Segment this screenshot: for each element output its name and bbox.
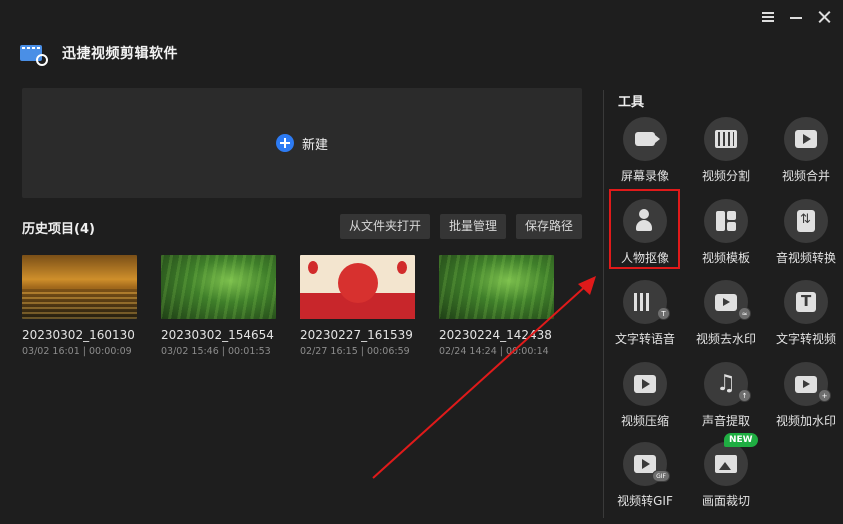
save-path-button[interactable]: 保存路径: [515, 214, 582, 239]
tool-crop[interactable]: 画面裁切: [686, 442, 766, 509]
av-convert-icon: [784, 199, 828, 243]
audio-extract-icon: ♫ ↑: [704, 362, 751, 406]
tool-label: 文字转视频: [775, 332, 836, 346]
project-meta: 03/02 16:01 | 00:00:09: [22, 346, 132, 357]
history-actions: 从文件夹打开 批量管理 保存路径: [339, 214, 582, 239]
tool-label: 屏幕录像: [620, 169, 669, 183]
tool-video-compress[interactable]: 视频压缩: [605, 362, 685, 429]
plus-circle-icon: [275, 134, 294, 152]
tool-label: 音视频转换: [775, 251, 836, 265]
project-name: 20230224_142438: [439, 328, 552, 342]
remove-watermark-icon: ≈: [704, 280, 751, 324]
new-badge: NEW: [724, 433, 758, 447]
project-name: 20230227_161539: [300, 328, 413, 342]
tool-video-to-gif[interactable]: GIF 视频转GIF: [605, 442, 685, 509]
app-title: 迅捷视频剪辑软件: [62, 46, 178, 62]
close-icon[interactable]: [817, 10, 831, 24]
app-brand: 迅捷视频剪辑软件: [20, 40, 178, 66]
history-project-list: 20230302_160130 03/02 16:01 | 00:00:09 2…: [22, 255, 554, 357]
tool-video-merge[interactable]: 视频合并: [766, 117, 843, 184]
history-title: 历史项目(4): [22, 222, 95, 237]
tool-remove-watermark[interactable]: ≈ 视频去水印: [686, 280, 766, 347]
project-meta: 02/24 14:24 | 00:00:14: [439, 346, 549, 357]
project-meta: 02/27 16:15 | 00:06:59: [300, 346, 410, 357]
project-thumbnail: [161, 255, 276, 319]
tool-label: 人物抠像: [620, 251, 669, 265]
tool-label: 视频模板: [701, 251, 750, 265]
tool-text-to-speech[interactable]: T 文字转语音: [605, 280, 685, 347]
video-to-gif-icon: GIF: [623, 442, 670, 486]
film-scissors-logo-icon: [20, 40, 48, 66]
video-merge-icon: [784, 117, 828, 161]
project-item[interactable]: 20230224_142438 02/24 14:24 | 00:00:14: [439, 255, 554, 357]
tool-label: 视频去水印: [695, 332, 756, 346]
panel-divider: [603, 90, 604, 518]
project-thumbnail: [22, 255, 137, 319]
text-to-video-icon: [784, 280, 828, 324]
new-project-label: 新建: [301, 137, 328, 153]
tool-audio-extract[interactable]: ♫ ↑ 声音提取: [686, 362, 766, 429]
tool-video-template[interactable]: 视频模板: [686, 199, 766, 266]
project-name: 20230302_160130: [22, 328, 135, 342]
tool-av-convert[interactable]: 音视频转换: [766, 199, 843, 266]
tool-label: 声音提取: [701, 414, 750, 428]
project-thumbnail: [439, 255, 554, 319]
tool-screen-record[interactable]: 屏幕录像: [605, 117, 685, 184]
minimize-icon[interactable]: [789, 10, 803, 24]
window-controls: [761, 10, 831, 24]
text-to-speech-icon: T: [623, 280, 670, 324]
project-item[interactable]: 20230302_154654 03/02 15:46 | 00:01:53: [161, 255, 276, 357]
project-item[interactable]: 20230302_160130 03/02 16:01 | 00:00:09: [22, 255, 137, 357]
person-matting-icon: [623, 199, 667, 243]
screen-record-icon: [623, 117, 667, 161]
project-meta: 03/02 15:46 | 00:01:53: [161, 346, 271, 357]
new-project-button[interactable]: 新建: [22, 88, 582, 198]
tool-person-matting[interactable]: 人物抠像: [605, 199, 685, 266]
tool-add-watermark[interactable]: + 视频加水印: [766, 362, 843, 429]
tool-label: 视频加水印: [775, 414, 836, 428]
tool-label: 视频转GIF: [617, 494, 673, 508]
tool-video-split[interactable]: 视频分割: [686, 117, 766, 184]
hamburger-menu-icon[interactable]: [761, 10, 775, 24]
tools-title: 工具: [618, 95, 645, 110]
tool-label: 画面裁切: [701, 494, 750, 508]
video-split-icon: [704, 117, 748, 161]
tool-label: 视频压缩: [620, 414, 669, 428]
open-folder-button[interactable]: 从文件夹打开: [339, 214, 430, 239]
project-thumbnail: [300, 255, 415, 319]
tool-label: 视频合并: [781, 169, 830, 183]
video-compress-icon: [623, 362, 667, 406]
add-watermark-icon: +: [784, 362, 831, 406]
tool-label: 文字转语音: [614, 332, 675, 346]
crop-icon: [704, 442, 748, 486]
video-template-icon: [704, 199, 748, 243]
project-item[interactable]: 20230227_161539 02/27 16:15 | 00:06:59: [300, 255, 415, 357]
tool-label: 视频分割: [701, 169, 750, 183]
batch-manage-button[interactable]: 批量管理: [439, 214, 506, 239]
tool-text-to-video[interactable]: 文字转视频: [766, 280, 843, 347]
project-name: 20230302_154654: [161, 328, 274, 342]
